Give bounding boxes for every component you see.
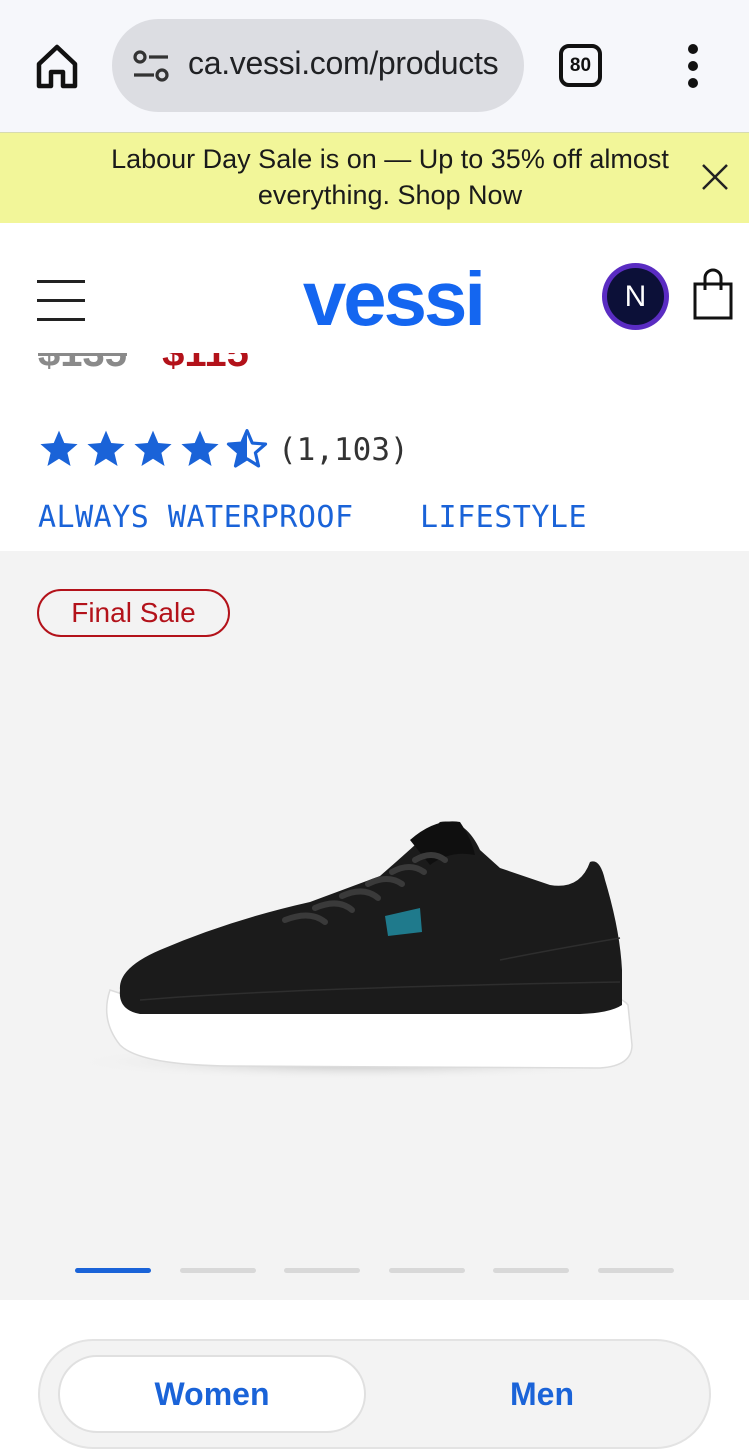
star-icon — [40, 430, 78, 466]
close-icon[interactable] — [700, 162, 730, 192]
gender-toggle: Women Men — [38, 1339, 711, 1449]
carousel-indicator[interactable] — [389, 1268, 465, 1273]
promo-text[interactable]: Labour Day Sale is on — Up to 35% off al… — [60, 141, 720, 213]
final-sale-badge: Final Sale — [37, 589, 230, 637]
tab-switcher-button[interactable]: 80 — [559, 44, 602, 87]
star-icon — [134, 430, 172, 466]
cart-icon[interactable] — [693, 268, 733, 320]
half-star-icon — [226, 429, 268, 468]
sale-price: $115 — [162, 353, 249, 375]
carousel-indicator[interactable] — [493, 1268, 569, 1273]
menu-icon[interactable] — [37, 280, 85, 321]
carousel-indicator[interactable] — [284, 1268, 360, 1273]
product-image[interactable] — [70, 810, 650, 1090]
url-text[interactable]: ca.vessi.com/products — [188, 45, 518, 82]
address-bar[interactable]: ca.vessi.com/products — [112, 19, 524, 112]
carousel-indicator-active[interactable] — [75, 1268, 151, 1273]
tag-always-waterproof[interactable]: ALWAYS WATERPROOF — [38, 500, 354, 535]
site-settings-icon[interactable] — [132, 50, 170, 82]
carousel-indicator[interactable] — [180, 1268, 256, 1273]
vessi-logo[interactable]: vessi — [262, 254, 524, 342]
star-icon — [87, 430, 125, 466]
promo-message: Labour Day Sale is on — Up to 35% off al… — [111, 144, 669, 210]
promo-shop-now-link[interactable]: Shop Now — [398, 180, 523, 210]
star-icon — [181, 430, 219, 466]
price-row: $135 $115 — [0, 353, 749, 388]
more-menu-icon[interactable] — [686, 44, 700, 88]
original-price: $135 — [38, 353, 127, 375]
tag-lifestyle[interactable]: LIFESTYLE — [420, 500, 587, 535]
review-count[interactable]: (1,103) — [278, 432, 409, 468]
home-icon[interactable] — [34, 42, 80, 90]
avatar-initial: N — [607, 268, 664, 325]
men-toggle-button[interactable]: Men — [388, 1355, 696, 1433]
logo-text: vessi — [303, 270, 483, 330]
promo-banner[interactable]: Labour Day Sale is on — Up to 35% off al… — [0, 132, 749, 223]
women-toggle-button[interactable]: Women — [58, 1355, 366, 1433]
account-avatar[interactable]: N — [602, 263, 669, 330]
carousel-indicator[interactable] — [598, 1268, 674, 1273]
